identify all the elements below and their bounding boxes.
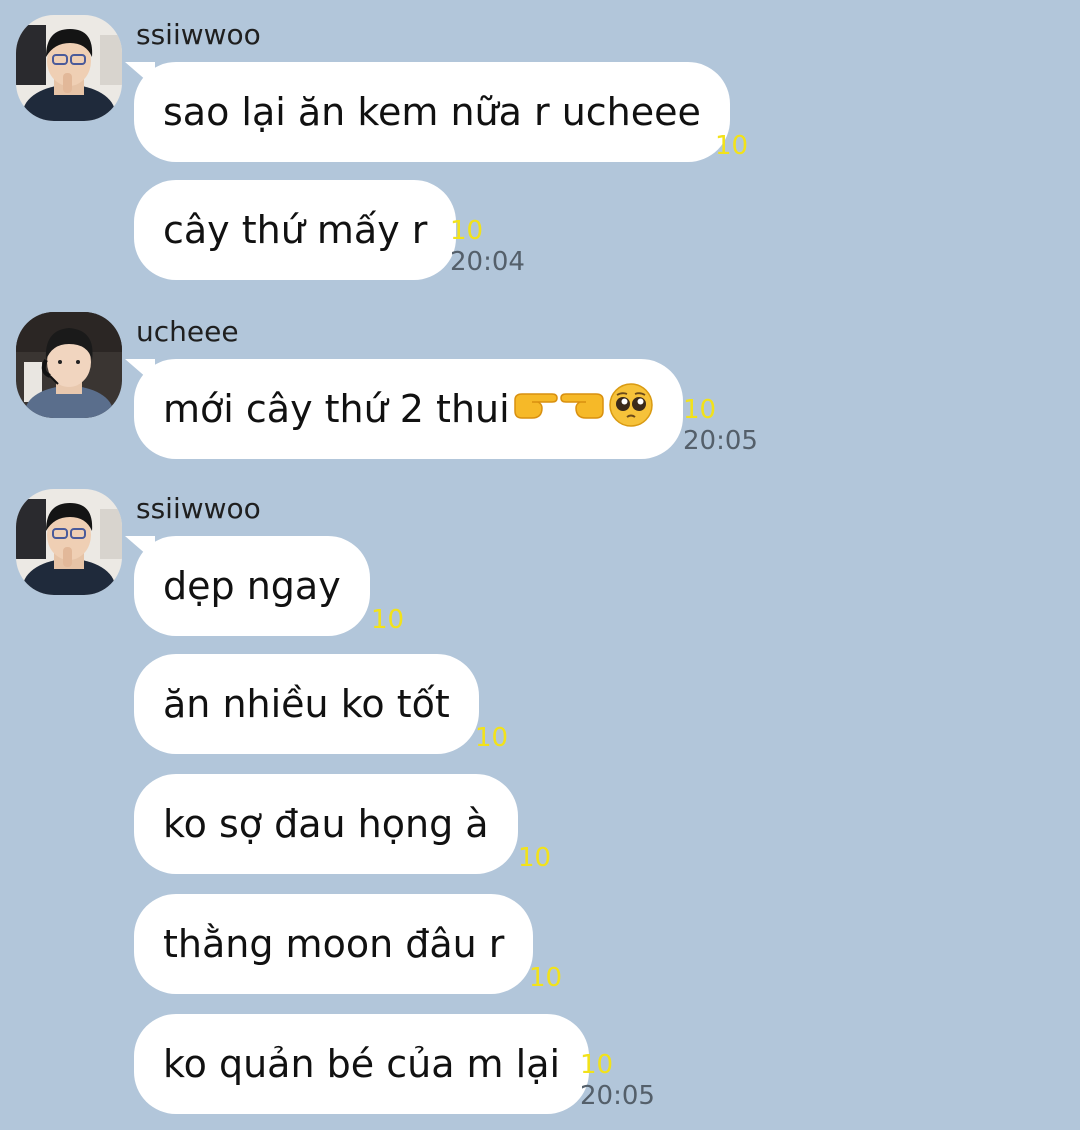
message-bubble[interactable]: mới cây thứ 2 thui <box>134 359 683 459</box>
message-text: dẹp ngay <box>163 564 341 608</box>
unread-count: 10 <box>450 216 484 246</box>
message-bubble[interactable]: sao lại ăn kem nữa r ucheee <box>134 62 730 162</box>
message-time: 20:05 <box>683 426 758 456</box>
message-text: sao lại ăn kem nữa r ucheee <box>163 90 701 134</box>
message-text: thằng moon đâu r <box>163 922 505 966</box>
sender-name: ssiiwwoo <box>136 492 261 525</box>
unread-count: 10 <box>683 395 717 425</box>
message-text: ăn nhiều ko tốt <box>163 682 450 726</box>
message-text: cây thứ mấy r <box>163 208 428 252</box>
message-bubble[interactable]: ko sợ đau họng à <box>134 774 518 874</box>
message-bubble[interactable]: dẹp ngay <box>134 536 370 636</box>
message-meta: 10 <box>371 605 404 635</box>
finger-pointing-left-icon <box>559 387 606 431</box>
message-meta: 10 <box>529 963 562 993</box>
message-meta: 10 20:05 <box>580 1050 655 1112</box>
avatar-ssiiwwoo[interactable] <box>16 489 122 595</box>
pleading-face-icon <box>608 382 654 437</box>
avatar-ucheee[interactable] <box>16 312 122 418</box>
message-bubble[interactable]: thằng moon đâu r <box>134 894 534 994</box>
unread-count: 10 <box>715 131 749 161</box>
message-text: ko sợ đau họng à <box>163 802 489 846</box>
message-time: 20:04 <box>450 247 525 277</box>
finger-pointing-right-icon <box>512 387 558 431</box>
sender-name: ucheee <box>136 315 239 348</box>
message-bubble[interactable]: ko quản bé của m lại <box>134 1014 590 1114</box>
message-meta: 10 20:05 <box>683 395 758 457</box>
unread-count: 10 <box>371 605 405 635</box>
unread-count: 10 <box>580 1050 614 1080</box>
unread-count: 10 <box>518 843 552 873</box>
chat-view[interactable]: ssiiwwoo sao lại ăn kem nữa r ucheee 10 … <box>0 0 1080 1130</box>
avatar-ssiiwwoo[interactable] <box>16 15 122 121</box>
message-text: mới cây thứ 2 thui <box>163 387 510 431</box>
message-meta: 10 <box>518 843 551 873</box>
sender-name: ssiiwwoo <box>136 18 261 51</box>
unread-count: 10 <box>475 723 509 753</box>
message-bubble[interactable]: ăn nhiều ko tốt <box>134 654 479 754</box>
message-time: 20:05 <box>580 1081 655 1111</box>
message-text: ko quản bé của m lại <box>163 1042 561 1086</box>
unread-count: 10 <box>529 963 563 993</box>
message-meta: 10 20:04 <box>450 216 525 278</box>
message-meta: 10 <box>475 723 508 753</box>
message-bubble[interactable]: cây thứ mấy r <box>134 180 457 280</box>
message-meta: 10 <box>715 131 748 161</box>
